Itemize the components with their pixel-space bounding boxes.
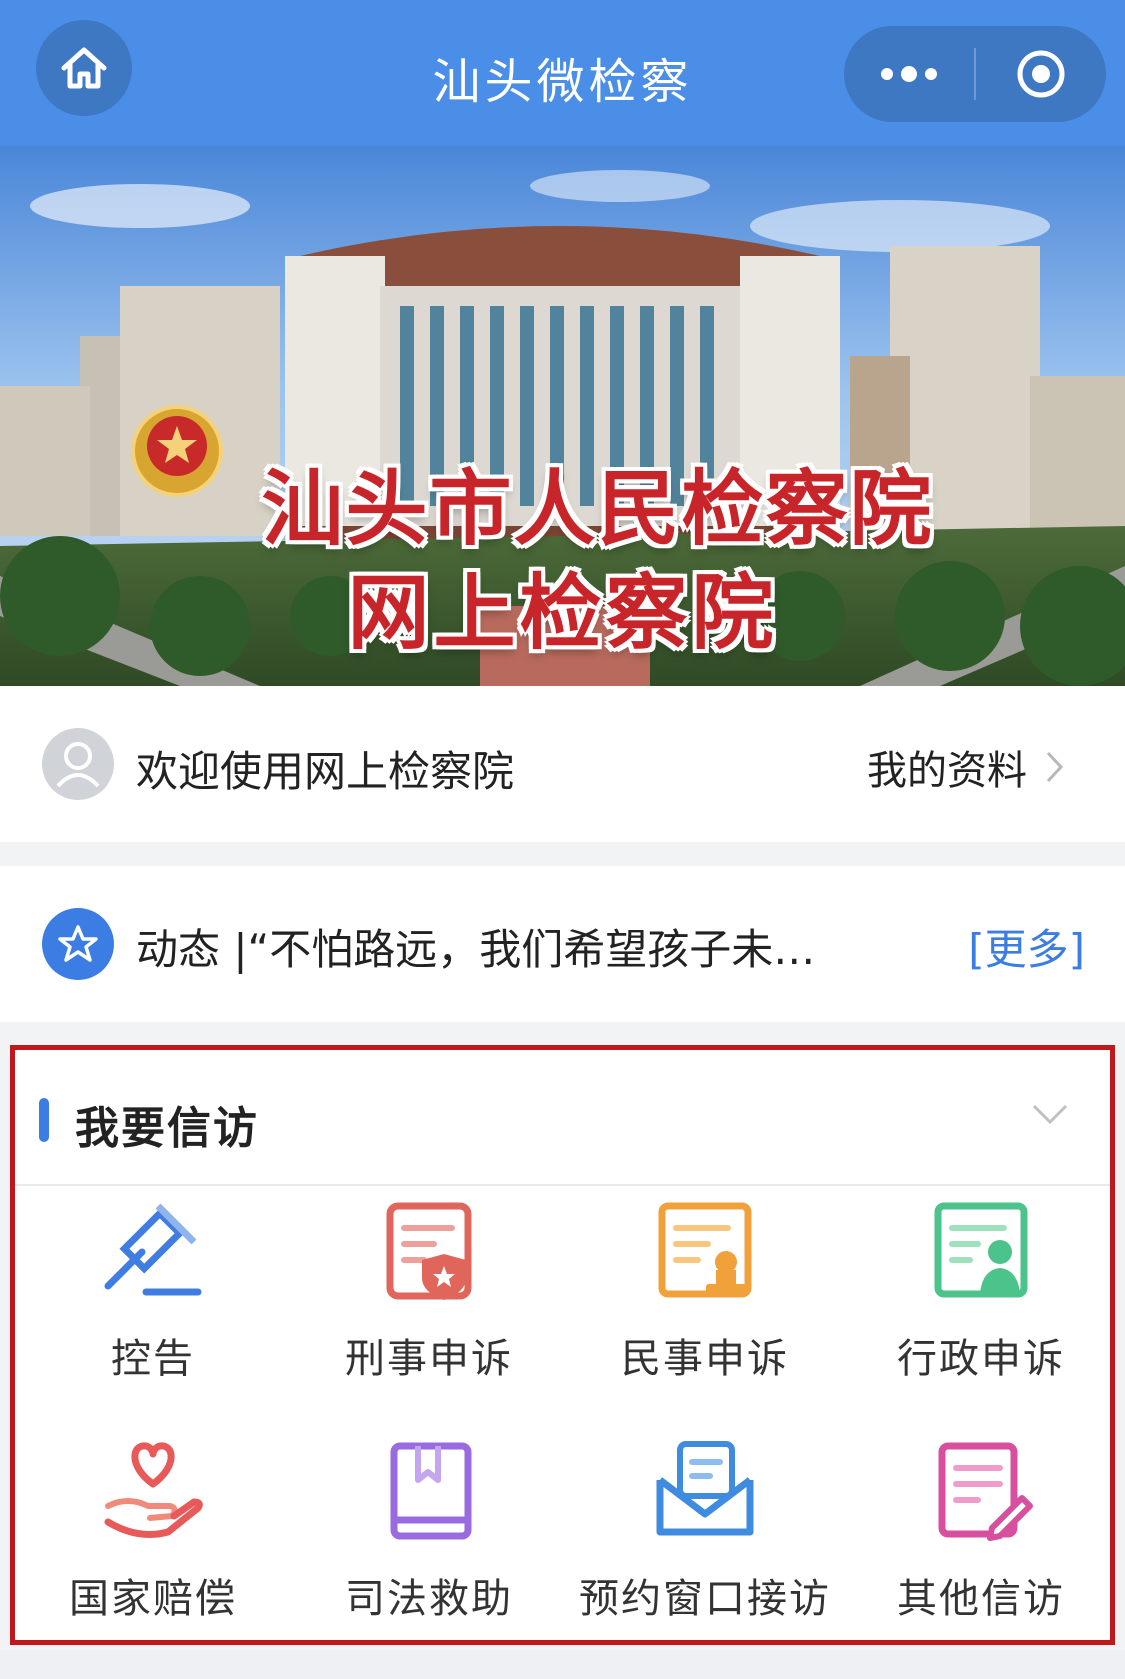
more-dots-icon	[881, 66, 937, 82]
avatar	[42, 728, 114, 800]
section-accent-bar	[39, 1098, 49, 1142]
navigation-bar: 汕头微检察	[0, 0, 1125, 146]
my-profile-link[interactable]: 我的资料	[867, 738, 1065, 796]
welcome-text: 欢迎使用网上检察院	[136, 747, 515, 796]
item-label: 预约窗口接访	[579, 1576, 831, 1622]
shield-document-icon	[386, 1202, 472, 1300]
section-title: 我要信访	[75, 1103, 259, 1154]
mini-program-capsule	[844, 26, 1106, 122]
bottom-spacer	[0, 1650, 1125, 1679]
chevron-down-icon[interactable]	[1030, 1102, 1070, 1126]
news-badge	[42, 908, 114, 980]
record-circle-icon	[1017, 50, 1065, 98]
chevron-right-icon	[1046, 751, 1064, 783]
news-headline[interactable]: 动态 |“不怕路远，我们希望孩子未…	[136, 916, 815, 977]
item-label: 行政申诉	[897, 1336, 1065, 1382]
item-state-compensation[interactable]: 国家赔偿	[15, 1426, 291, 1656]
petition-section: 我要信访 控告 刑事申诉 民事申诉 行政申诉 国家赔偿 司法救助 预约窗口接访 …	[10, 1045, 1115, 1645]
item-label: 控告	[111, 1336, 195, 1382]
news-more-link[interactable]: [更多]	[968, 916, 1085, 977]
my-profile-label: 我的资料	[867, 748, 1027, 794]
envelope-icon	[656, 1441, 754, 1536]
item-label: 民事申诉	[621, 1336, 789, 1382]
heart-hand-icon	[104, 1442, 203, 1538]
item-judicial-aid[interactable]: 司法救助	[291, 1426, 567, 1656]
user-avatar-icon	[56, 742, 100, 788]
item-administrative-appeal[interactable]: 行政申诉	[843, 1186, 1119, 1416]
gavel-icon	[104, 1203, 202, 1296]
item-civil-appeal[interactable]: 民事申诉	[567, 1186, 843, 1416]
item-label: 其他信访	[897, 1576, 1065, 1622]
item-label: 国家赔偿	[69, 1576, 237, 1622]
item-label: 刑事申诉	[345, 1336, 513, 1382]
banner-title-line2: 网上检察院	[347, 565, 778, 661]
book-icon	[390, 1442, 472, 1540]
item-other-petition[interactable]: 其他信访	[843, 1426, 1119, 1656]
person-document-icon	[934, 1202, 1028, 1298]
item-accusation[interactable]: 控告	[15, 1186, 291, 1416]
stamp-document-icon	[658, 1202, 752, 1298]
section-header[interactable]: 我要信访	[15, 1050, 1110, 1186]
item-window-appointment[interactable]: 预约窗口接访	[567, 1426, 843, 1656]
banner-title-line1: 汕头市人民检察院	[261, 461, 934, 557]
edit-document-icon	[938, 1442, 1033, 1541]
item-label: 司法救助	[345, 1576, 513, 1622]
close-button[interactable]	[976, 26, 1106, 122]
star-icon	[58, 925, 98, 962]
item-criminal-appeal[interactable]: 刑事申诉	[291, 1186, 567, 1416]
welcome-row[interactable]: 欢迎使用网上检察院 我的资料	[0, 686, 1125, 842]
more-button[interactable]	[844, 26, 974, 122]
banner-image[interactable]: 汕头市人民检察院 网上检察院	[0, 146, 1125, 686]
